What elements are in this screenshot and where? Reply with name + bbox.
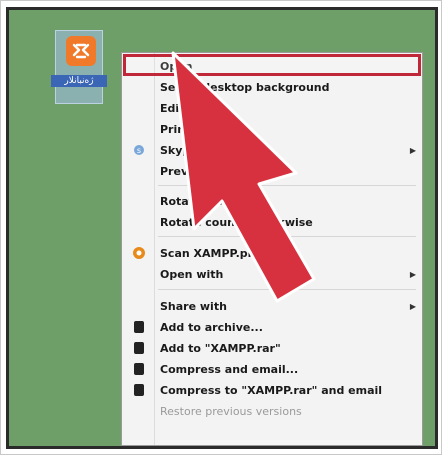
submenu-arrow-icon: ▶ xyxy=(409,145,416,155)
open-highlight-box xyxy=(123,54,421,76)
menu-item-label: Preview xyxy=(160,164,210,178)
menu-item-label: Scan XAMPP.png xyxy=(160,246,264,260)
winrar-icon xyxy=(132,383,146,397)
menu-item-edit[interactable]: Edit xyxy=(122,98,422,118)
menu-item-preview[interactable]: Preview xyxy=(122,161,422,181)
menu-item-compress-and-email[interactable]: Compress and email... xyxy=(122,359,422,379)
skype-icon: s xyxy=(132,143,146,157)
submenu-arrow-icon: ▶ xyxy=(409,301,416,311)
desktop-icon-label: ژەنبانلار xyxy=(51,75,107,87)
winrar-icon xyxy=(132,341,146,355)
menu-item-label: Edit xyxy=(160,101,185,115)
submenu-arrow-icon: ▶ xyxy=(409,269,416,279)
menu-item-label: Restore previous versions xyxy=(160,404,302,418)
menu-separator xyxy=(158,236,416,237)
menu-item-add-to-rar[interactable]: Add to "XAMPP.rar" xyxy=(122,338,422,358)
desktop-icon-xampp[interactable]: ژەنبانلار xyxy=(49,30,109,104)
xampp-logo-icon xyxy=(66,36,96,66)
menu-item-label: Skype xyxy=(160,143,198,157)
menu-separator xyxy=(158,185,416,186)
antivirus-scan-icon xyxy=(132,246,146,260)
context-menu: Open Set as desktop background Edit Prin… xyxy=(121,52,423,446)
winrar-icon xyxy=(132,320,146,334)
menu-item-rotate-clockwise[interactable]: Rotate clockwise xyxy=(122,191,422,211)
menu-item-label: Rotate counterclockwise xyxy=(160,215,313,229)
menu-item-scan[interactable]: Scan XAMPP.png xyxy=(122,243,422,263)
winrar-icon xyxy=(132,362,146,376)
menu-item-restore-previous-versions[interactable]: Restore previous versions xyxy=(122,401,422,421)
desktop: ژەنبانلار Open Set as desktop background… xyxy=(6,7,438,449)
screenshot-frame: ژەنبانلار Open Set as desktop background… xyxy=(0,0,442,455)
menu-item-label: Add to "XAMPP.rar" xyxy=(160,341,281,355)
menu-item-skype[interactable]: s Skype ▶ xyxy=(122,140,422,160)
menu-item-share-with[interactable]: Share with ▶ xyxy=(122,296,422,316)
menu-item-add-to-archive[interactable]: Add to archive... xyxy=(122,317,422,337)
menu-item-compress-to-rar-and-email[interactable]: Compress to "XAMPP.rar" and email xyxy=(122,380,422,400)
menu-item-label: Add to archive... xyxy=(160,320,263,334)
menu-item-rotate-counterclockwise[interactable]: Rotate counterclockwise xyxy=(122,212,422,232)
menu-separator xyxy=(158,289,416,290)
svg-text:s: s xyxy=(137,146,141,155)
menu-item-label: Open with xyxy=(160,267,224,281)
menu-item-label: Compress to "XAMPP.rar" and email xyxy=(160,383,383,397)
menu-item-label: Rotate clockwise xyxy=(160,194,265,208)
menu-item-label: Share with xyxy=(160,299,227,313)
menu-item-label: Compress and email... xyxy=(160,362,299,376)
menu-item-label: Print xyxy=(160,122,191,136)
menu-item-open-with[interactable]: Open with ▶ xyxy=(122,264,422,284)
menu-item-set-desktop-background[interactable]: Set as desktop background xyxy=(122,77,422,97)
menu-item-label: Set as desktop background xyxy=(160,80,330,94)
menu-item-print[interactable]: Print xyxy=(122,119,422,139)
